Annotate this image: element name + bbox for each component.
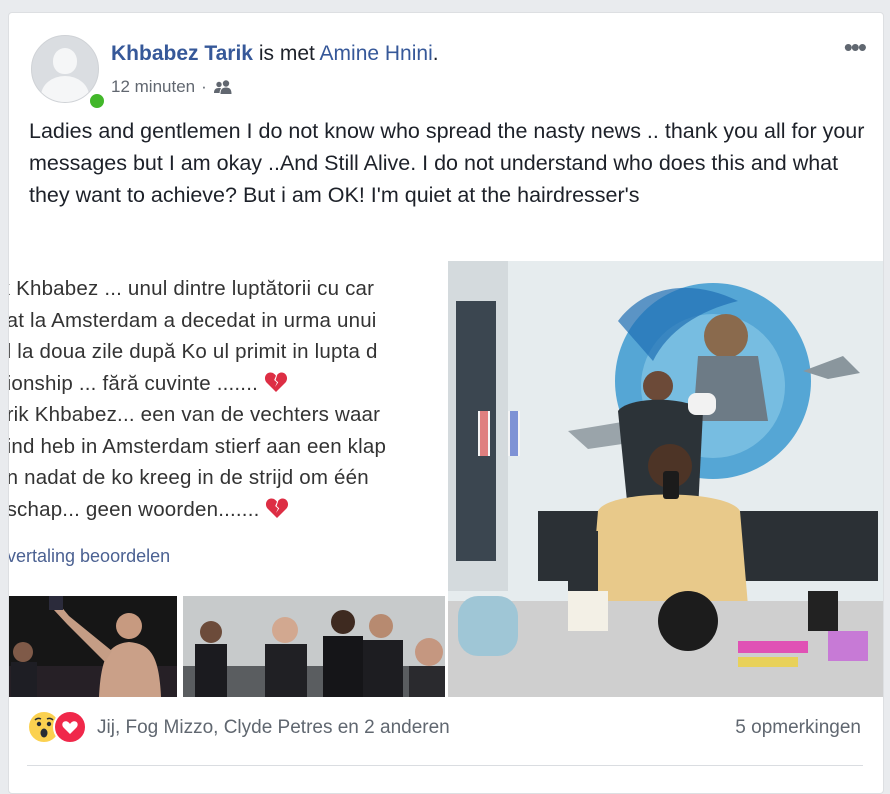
screenshot-line: nat la Amsterdam a decedat in urma unui	[9, 308, 377, 332]
screenshot-line: al la doua zile după Ko ul primit in lup…	[9, 340, 378, 363]
post-meta: 12 minuten ·	[111, 76, 233, 98]
broken-heart-icon	[264, 371, 288, 393]
fight-photo	[9, 596, 177, 697]
screenshot-line: aind heb in Amsterdam stierf aan een kla…	[9, 434, 387, 458]
comments-count-link[interactable]: 5 opmerkingen	[735, 717, 861, 739]
screenshot-line: pionship ... fără cuvinte .......	[9, 371, 264, 395]
post-timestamp[interactable]: 12 minuten	[111, 76, 195, 98]
post-text: Ladies and gentlemen I do not know who s…	[29, 119, 865, 207]
footer-divider	[27, 765, 863, 766]
more-options-button[interactable]: •••	[844, 34, 867, 60]
online-status-dot	[87, 91, 107, 111]
post-footer: Jij, Fog Mizzo, Clyde Petres en 2 andere…	[9, 703, 883, 753]
translation-rating-link: vertaling beoordelen	[9, 546, 171, 566]
reactors-link[interactable]: Jij, Fog Mizzo, Clyde Petres en 2 andere…	[97, 717, 450, 739]
post-header: Khbabez Tarik is met Amine Hnini. 12 min…	[9, 13, 883, 113]
friends-icon[interactable]	[213, 79, 233, 95]
post-title: Khbabez Tarik is met Amine Hnini.	[111, 41, 439, 67]
photo-screenshot[interactable]: ik Khbabez ... unul dintre luptătorii cu…	[9, 261, 445, 697]
screenshot-line: arik Khbabez... een van de vechters waar	[9, 403, 381, 426]
broken-heart-icon	[265, 497, 289, 519]
screenshot-text: ik Khbabez ... unul dintre luptătorii cu…	[9, 273, 445, 525]
tagged-friend-link[interactable]: Amine Hnini	[320, 42, 433, 65]
barbershop-photo[interactable]	[448, 261, 883, 697]
meta-separator: ·	[201, 77, 207, 96]
author-name-link[interactable]: Khbabez Tarik	[111, 42, 253, 65]
avatar-silhouette-head	[53, 48, 77, 74]
avatar-silhouette-body	[41, 76, 89, 102]
love-reaction-icon	[53, 710, 87, 744]
photo-grid: ik Khbabez ... unul dintre luptătorii cu…	[9, 261, 883, 697]
screenshot-line: nschap... geen woorden.......	[9, 497, 266, 521]
screenshot-line: en nadat de ko kreeg in de strijd om één	[9, 466, 369, 489]
title-period: .	[432, 42, 439, 65]
with-text: is met	[258, 42, 315, 65]
post-card: Khbabez Tarik is met Amine Hnini. 12 min…	[8, 12, 884, 794]
avatar[interactable]	[31, 35, 99, 103]
locker-room-photo	[183, 596, 445, 697]
screenshot-line: ik Khbabez ... unul dintre luptătorii cu…	[9, 277, 375, 300]
reaction-icons[interactable]	[27, 710, 91, 744]
